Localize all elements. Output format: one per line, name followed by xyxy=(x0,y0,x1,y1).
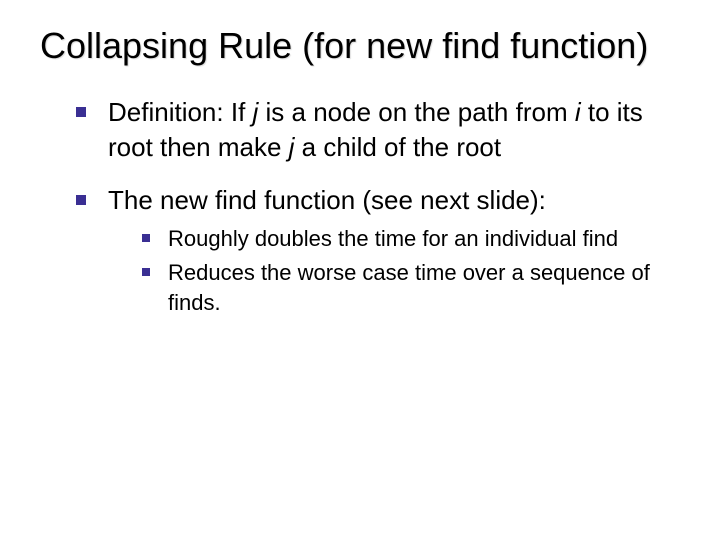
square-bullet-icon xyxy=(142,234,150,242)
text-fragment: Definition: If xyxy=(108,97,253,127)
bullet-item-2: The new find function (see next slide): … xyxy=(76,183,680,317)
slide-title: Collapsing Rule (for new find function) xyxy=(40,24,680,67)
square-bullet-icon xyxy=(142,268,150,276)
bullet-text-2: The new find function (see next slide): xyxy=(108,183,546,218)
text-fragment: is a node on the path from xyxy=(258,97,575,127)
bullet-item-1: Definition: If j is a node on the path f… xyxy=(76,95,680,165)
sub-bullet-1: Roughly doubles the time for an individu… xyxy=(142,224,680,254)
sub-bullet-2: Reduces the worse case time over a seque… xyxy=(142,258,680,317)
sub-bullet-text-2: Reduces the worse case time over a seque… xyxy=(168,258,680,317)
sub-bullet-text-1: Roughly doubles the time for an individu… xyxy=(168,224,618,254)
text-fragment: a child of the root xyxy=(294,132,501,162)
square-bullet-icon xyxy=(76,107,86,117)
square-bullet-icon xyxy=(76,195,86,205)
bullet-text-1: Definition: If j is a node on the path f… xyxy=(108,95,680,165)
